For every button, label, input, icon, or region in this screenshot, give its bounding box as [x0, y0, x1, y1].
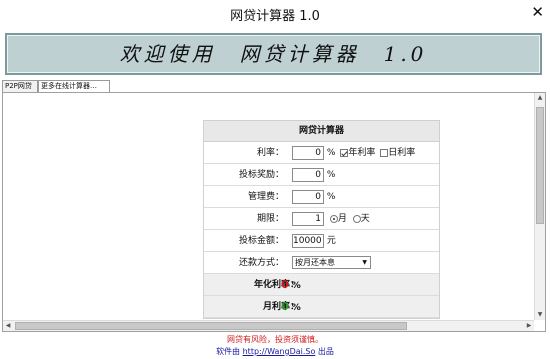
window-title: 网贷计算器 1.0: [230, 9, 320, 24]
credit-prefix: 软件由: [216, 347, 241, 356]
monthly-rate-value: 0: [281, 300, 289, 313]
scroll-right-icon[interactable]: ▶: [524, 321, 534, 331]
credit-line: 软件由 http://WangDai.So 出品: [0, 346, 550, 357]
annual-rate-unit: %: [291, 281, 301, 291]
annual-rate-row: 年化利率： 0 %: [204, 274, 439, 296]
term-row: 期限： 1 月 天: [204, 208, 439, 230]
calculator-panel: 网贷计算器 利率： 0 % 年利率 日利率 投标奖励： 0 % 管理费： 0 %: [203, 120, 440, 319]
scroll-down-icon[interactable]: ▼: [535, 310, 545, 320]
monthly-rate-row: 月利率： 0 %: [204, 296, 439, 318]
bonus-input[interactable]: 0: [292, 167, 324, 182]
scroll-left-icon[interactable]: ◀: [3, 321, 13, 331]
close-icon[interactable]: ✕: [531, 3, 544, 21]
fee-unit: %: [326, 192, 336, 202]
repay-row: 还款方式： 按月还本息 ▼: [204, 252, 439, 274]
amount-row: 投标金额： 10000 元: [204, 230, 439, 252]
fee-label: 管理费：: [247, 192, 284, 202]
monthly-rate-unit: %: [291, 303, 301, 313]
fee-input[interactable]: 0: [292, 189, 324, 204]
annual-rate-value: 0: [281, 278, 289, 291]
banner-text: 欢迎使用 网贷计算器 1.0: [119, 42, 428, 66]
tab-more-calculators[interactable]: 更多在线计算器…: [38, 80, 110, 92]
vertical-scroll-thumb[interactable]: [536, 107, 544, 224]
chevron-down-icon: ▼: [362, 259, 367, 266]
calculator-title: 网贷计算器: [204, 121, 439, 142]
credit-link[interactable]: http://WangDai.So: [243, 347, 316, 356]
year-rate-checkbox[interactable]: [340, 148, 349, 157]
bonus-unit: %: [326, 170, 336, 180]
fee-row: 管理费： 0 %: [204, 186, 439, 208]
term-month-radio[interactable]: [329, 214, 338, 223]
tab-content: 网贷计算器 利率： 0 % 年利率 日利率 投标奖励： 0 % 管理费： 0 %: [2, 92, 546, 332]
year-rate-label: 年利率: [348, 148, 376, 158]
bonus-label: 投标奖励：: [238, 170, 284, 180]
rate-label: 利率：: [256, 148, 284, 158]
tab-p2p[interactable]: P2P网贷: [2, 80, 38, 92]
term-day-radio[interactable]: [352, 214, 361, 223]
repay-method-select[interactable]: 按月还本息 ▼: [292, 256, 371, 269]
title-bar: 网贷计算器 1.0 ✕: [0, 0, 550, 26]
day-rate-checkbox[interactable]: [380, 148, 389, 157]
risk-warning: 网贷有风险，投资须谨慎。: [227, 335, 323, 344]
term-input[interactable]: 1: [292, 211, 324, 226]
credit-suffix: 出品: [317, 347, 334, 356]
horizontal-scrollbar[interactable]: ◀ ▶: [3, 320, 534, 331]
bonus-row: 投标奖励： 0 %: [204, 164, 439, 186]
vertical-scrollbar[interactable]: ▲ ▼: [534, 93, 545, 320]
welcome-banner: 欢迎使用 网贷计算器 1.0: [5, 33, 542, 75]
term-month-label: 月: [337, 214, 347, 224]
rate-input[interactable]: 0: [292, 145, 324, 160]
scroll-up-icon[interactable]: ▲: [535, 93, 545, 103]
amount-unit: 元: [326, 236, 336, 246]
rate-row: 利率： 0 % 年利率 日利率: [204, 142, 439, 164]
amount-input[interactable]: 10000: [292, 233, 324, 248]
amount-label: 投标金额：: [238, 236, 284, 246]
day-rate-label: 日利率: [388, 148, 416, 158]
rate-unit: %: [326, 148, 336, 158]
term-day-label: 天: [360, 214, 370, 224]
repay-method-value: 按月还本息: [295, 258, 335, 267]
term-label: 期限：: [256, 214, 284, 224]
repay-label: 还款方式：: [238, 258, 284, 268]
horizontal-scroll-thumb[interactable]: [15, 322, 407, 330]
